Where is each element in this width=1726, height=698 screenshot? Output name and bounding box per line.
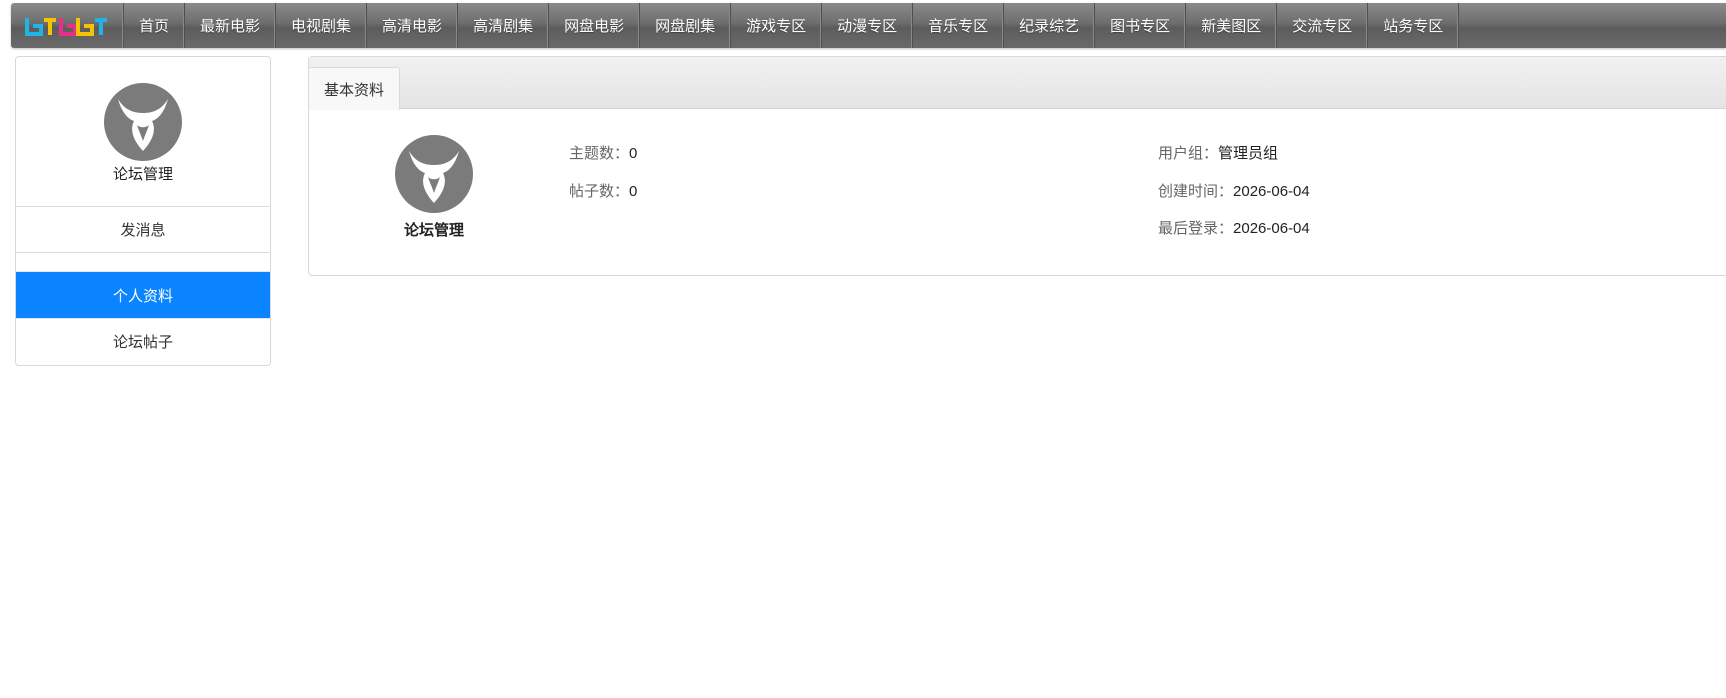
nav-item[interactable]: 最新电影	[185, 3, 277, 48]
created-time-value: 2026-06-04	[1233, 183, 1310, 200]
posts-value: 0	[629, 183, 638, 200]
last-login: 最后登录：2026-06-04	[1158, 217, 1310, 238]
panel-header: 基本资料	[308, 57, 1726, 110]
created-time-label: 创建时间：	[1158, 183, 1234, 200]
panel-body: 论坛管理 主题数：0 帖子数：0 用户组：管理员组 创建时间：2026-06-0…	[309, 109, 1726, 275]
avatar[interactable]	[104, 83, 182, 161]
nav-item[interactable]: 高清剧集	[458, 3, 550, 48]
nav-item[interactable]: 图书专区	[1095, 3, 1187, 48]
nav-item[interactable]: 首页	[124, 3, 186, 48]
nav-item[interactable]: 音乐专区	[913, 3, 1005, 48]
send-message-button[interactable]: 发消息	[16, 207, 270, 253]
nav-item[interactable]: 网盘电影	[549, 3, 641, 48]
nav-item[interactable]: 电视剧集	[276, 3, 368, 48]
bull-avatar-icon	[104, 83, 182, 161]
nav-item[interactable]: 游戏专区	[731, 3, 823, 48]
avatar[interactable]	[395, 135, 473, 213]
nav-item[interactable]: 站务专区	[1368, 3, 1460, 48]
topics-count: 主题数：0	[569, 142, 637, 163]
tab-basic-info[interactable]: 基本资料	[308, 67, 401, 110]
topics-label: 主题数：	[569, 145, 630, 162]
logo-icon	[25, 17, 107, 36]
sidebar-item-forum-posts[interactable]: 论坛帖子	[16, 318, 270, 364]
nav-item[interactable]: 动漫专区	[822, 3, 914, 48]
nav-item[interactable]: 交流专区	[1277, 3, 1369, 48]
user-group-label: 用户组：	[1158, 145, 1219, 162]
created-time: 创建时间：2026-06-04	[1158, 180, 1310, 201]
last-login-value: 2026-06-04	[1233, 220, 1310, 237]
last-login-label: 最后登录：	[1158, 220, 1234, 237]
basic-info-panel: 基本资料 论坛管理 主题数：0 帖子数：0 用户组：管理员组 创建时间：2026…	[308, 56, 1726, 276]
user-group: 用户组：管理员组	[1158, 142, 1278, 163]
panel-username: 论坛管理	[403, 222, 464, 239]
sidebar-profile: 论坛管理	[16, 57, 270, 207]
top-navigation-bar: 首页 最新电影 电视剧集 高清电影 高清剧集 网盘电影 网盘剧集 游戏专区 动漫专区 音乐专区 纪录…	[11, 3, 1726, 48]
site-logo[interactable]	[11, 3, 124, 48]
topics-value: 0	[629, 145, 638, 162]
nav-item[interactable]: 纪录综艺	[1004, 3, 1096, 48]
nav-item[interactable]: 新美图区	[1186, 3, 1278, 48]
user-group-value: 管理员组	[1218, 145, 1279, 162]
user-card: 论坛管理	[394, 135, 474, 240]
posts-count: 帖子数：0	[569, 180, 637, 201]
sidebar-username: 论坛管理	[112, 166, 173, 183]
user-sidebar: 论坛管理 发消息 个人资料 论坛帖子	[15, 56, 271, 366]
sidebar-item-profile[interactable]: 个人资料	[16, 272, 270, 318]
nav-item[interactable]: 高清电影	[367, 3, 459, 48]
sidebar-divider	[16, 253, 270, 272]
posts-label: 帖子数：	[569, 183, 630, 200]
nav-item[interactable]: 网盘剧集	[640, 3, 732, 48]
main-nav-menu: 首页 最新电影 电视剧集 高清电影 高清剧集 网盘电影 网盘剧集 游戏专区 动漫专区 音乐专区 纪录…	[124, 3, 1460, 48]
bull-avatar-icon	[395, 135, 473, 213]
